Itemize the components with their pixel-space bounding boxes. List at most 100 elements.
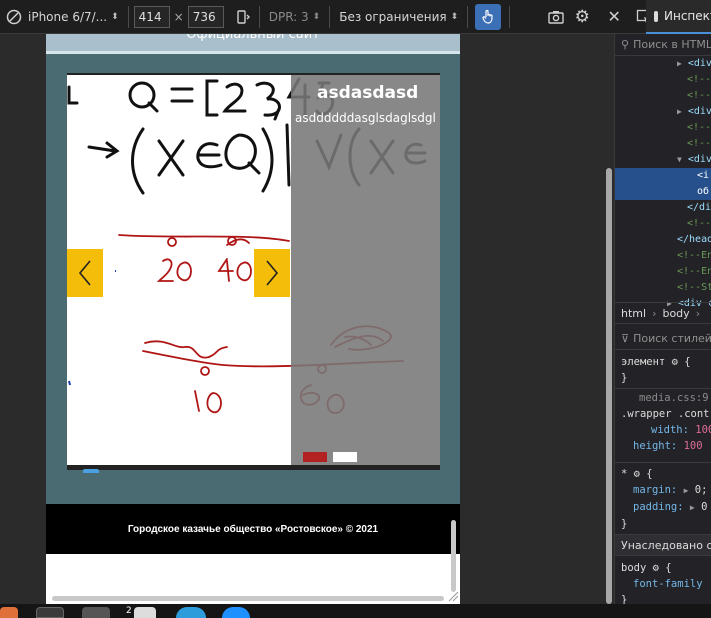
devtools-panel: ⚲ Поиск в HTML ▶ <div <!-- <!-- ▶ <div <… bbox=[614, 34, 711, 604]
tree-node[interactable]: <!-- bbox=[615, 120, 711, 136]
body-rule: body ⚙ { font-family } bbox=[621, 562, 703, 604]
times-sign: × bbox=[173, 9, 184, 24]
hand-pointer-icon bbox=[482, 9, 493, 24]
rule-divider bbox=[615, 462, 711, 463]
tab-inspector[interactable]: Инспектор bbox=[646, 0, 711, 34]
throttling-selector[interactable]: Без ограничения ⬍ bbox=[333, 0, 464, 33]
element-rule: элемент ⚙ {} bbox=[621, 356, 691, 384]
slider-next-button[interactable] bbox=[254, 249, 290, 297]
separator bbox=[127, 5, 129, 28]
rule-divider bbox=[615, 388, 711, 389]
slide-overlay bbox=[291, 75, 440, 469]
close-rdm-button[interactable]: ✕ bbox=[601, 4, 627, 30]
chevron-right-icon: › bbox=[695, 306, 701, 320]
expand-arrow-icon[interactable]: ▶ bbox=[690, 503, 695, 512]
tree-node[interactable]: ▶ <div bbox=[615, 56, 711, 72]
separator bbox=[329, 5, 331, 28]
chevron-down-icon: ⬍ bbox=[312, 11, 321, 22]
tree-node[interactable]: <!-- bbox=[615, 88, 711, 104]
separator bbox=[509, 5, 511, 28]
header-text: Официальный сайт bbox=[186, 34, 320, 42]
tree-node-selected[interactable]: <i bbox=[615, 168, 711, 184]
slider-prev-button[interactable] bbox=[67, 249, 103, 297]
tree-node[interactable]: <!-- bbox=[615, 136, 711, 152]
slider-dot-2[interactable] bbox=[333, 452, 357, 462]
taskbar-app-icon[interactable] bbox=[0, 607, 18, 618]
slider-dot-1[interactable] bbox=[303, 452, 327, 462]
slider-dots bbox=[303, 452, 357, 462]
taskbar-app-icon[interactable] bbox=[82, 607, 110, 618]
tree-node[interactable]: <!--En bbox=[615, 264, 711, 280]
screenshot-button[interactable] bbox=[543, 4, 569, 30]
tree-node-selected[interactable]: об bbox=[615, 184, 711, 200]
tree-node[interactable]: <!-- bbox=[615, 216, 711, 232]
inherited-header: Унаследовано от bbox=[615, 534, 711, 556]
slide-title: asdasdasd bbox=[317, 83, 419, 103]
taskbar-app-icon[interactable] bbox=[36, 607, 64, 618]
settings-button[interactable]: ⚙ bbox=[569, 4, 595, 30]
touch-simulation-button[interactable] bbox=[475, 3, 502, 30]
tree-node[interactable]: ▶ <div bbox=[615, 104, 711, 120]
tab-inspector-label: Инспектор bbox=[664, 9, 711, 23]
separator bbox=[467, 5, 469, 28]
gear-icon[interactable]: ⚙ bbox=[672, 356, 678, 368]
chevron-down-icon: ⬍ bbox=[450, 11, 459, 22]
breadcrumb-html[interactable]: html bbox=[615, 303, 652, 323]
rotate-button[interactable] bbox=[230, 4, 256, 30]
styles-search-placeholder: Поиск стилей bbox=[633, 332, 711, 345]
breadcrumb-body[interactable]: body bbox=[656, 303, 695, 323]
width-input[interactable] bbox=[133, 5, 170, 28]
tree-node[interactable]: </head bbox=[615, 232, 711, 248]
responsive-toolbar: iPhone 6/7/... ⬍ × DPR: 3 ⬍ Без ограниче… bbox=[0, 0, 711, 34]
camera-icon bbox=[548, 10, 564, 24]
html-search[interactable]: ⚲ Поиск в HTML bbox=[615, 34, 711, 56]
site-header: Официальный сайт bbox=[46, 34, 460, 51]
tree-node[interactable]: <!--En bbox=[615, 248, 711, 264]
gear-icon[interactable]: ⚙ bbox=[653, 562, 659, 574]
markup-tree: ▶ <div <!-- <!-- ▶ <div <!-- <!-- ▼ <div… bbox=[615, 56, 711, 312]
chevron-down-icon: ⬍ bbox=[111, 11, 119, 22]
universal-rule: * ⚙ { margin: ▶ 0; padding: ▶ 0 } bbox=[621, 468, 708, 530]
height-input[interactable] bbox=[187, 5, 224, 28]
device-horizontal-scrollbar[interactable] bbox=[52, 596, 444, 601]
expand-arrow-icon: ▶ bbox=[677, 107, 682, 116]
expand-arrow-icon[interactable]: ▶ bbox=[684, 486, 689, 495]
media-rule: media.css:9 .wrapper .cont width: 100% h… bbox=[621, 392, 711, 452]
device-icon bbox=[6, 9, 22, 24]
taskbar-app-icon[interactable] bbox=[222, 607, 250, 618]
breadcrumb: html › body › bbox=[615, 302, 711, 324]
html-search-placeholder: Поиск в HTML bbox=[633, 38, 711, 51]
tree-node[interactable]: </di bbox=[615, 200, 711, 216]
dpr-selector[interactable]: DPR: 3 ⬍ bbox=[263, 0, 326, 33]
throttling-label: Без ограничения bbox=[339, 9, 447, 24]
close-icon: ✕ bbox=[607, 7, 621, 26]
viewport-scrollbar-thumb[interactable] bbox=[606, 168, 612, 604]
tree-node[interactable]: <!-- bbox=[615, 72, 711, 88]
resize-grip-icon[interactable] bbox=[447, 590, 459, 602]
styles-search[interactable]: ⊽ Поиск стилей bbox=[615, 328, 711, 350]
chevron-right-icon bbox=[266, 260, 279, 286]
taskbar-badge: 2 bbox=[126, 606, 132, 616]
separator bbox=[258, 5, 260, 28]
filter-icon: ⊽ bbox=[621, 332, 630, 345]
expand-arrow-icon: ▶ bbox=[677, 59, 682, 68]
inspector-icon bbox=[654, 10, 658, 22]
slider-bottom-bar bbox=[67, 465, 440, 470]
taskbar-app-icon[interactable] bbox=[176, 607, 206, 618]
dpr-label: DPR: 3 bbox=[268, 9, 309, 24]
device-frame: Официальный сайт asdasdasd asddddddasgls… bbox=[46, 34, 460, 604]
device-name: iPhone 6/7/... bbox=[28, 9, 108, 24]
slide-subtitle: asddddddasglsdaglsdgl bbox=[295, 111, 436, 125]
footer-text: Городское казачье общество «Ростовское» … bbox=[127, 523, 379, 535]
chevron-left-icon bbox=[78, 260, 91, 286]
gear-icon[interactable]: ⚙ bbox=[634, 468, 640, 480]
taskbar-app-icon[interactable] bbox=[134, 607, 156, 618]
tree-node[interactable]: ▼ <div bbox=[615, 152, 711, 168]
site-footer: Городское казачье общество «Ростовское» … bbox=[46, 504, 460, 554]
search-icon: ⚲ bbox=[621, 38, 630, 51]
device-vertical-scrollbar[interactable] bbox=[451, 520, 456, 592]
image-slider[interactable]: asdasdasd asddddddasglsdaglsdgl bbox=[67, 73, 440, 469]
device-selector[interactable]: iPhone 6/7/... ⬍ bbox=[0, 0, 125, 33]
tree-node[interactable]: <!--St bbox=[615, 280, 711, 296]
small-blue-tab bbox=[83, 469, 99, 473]
